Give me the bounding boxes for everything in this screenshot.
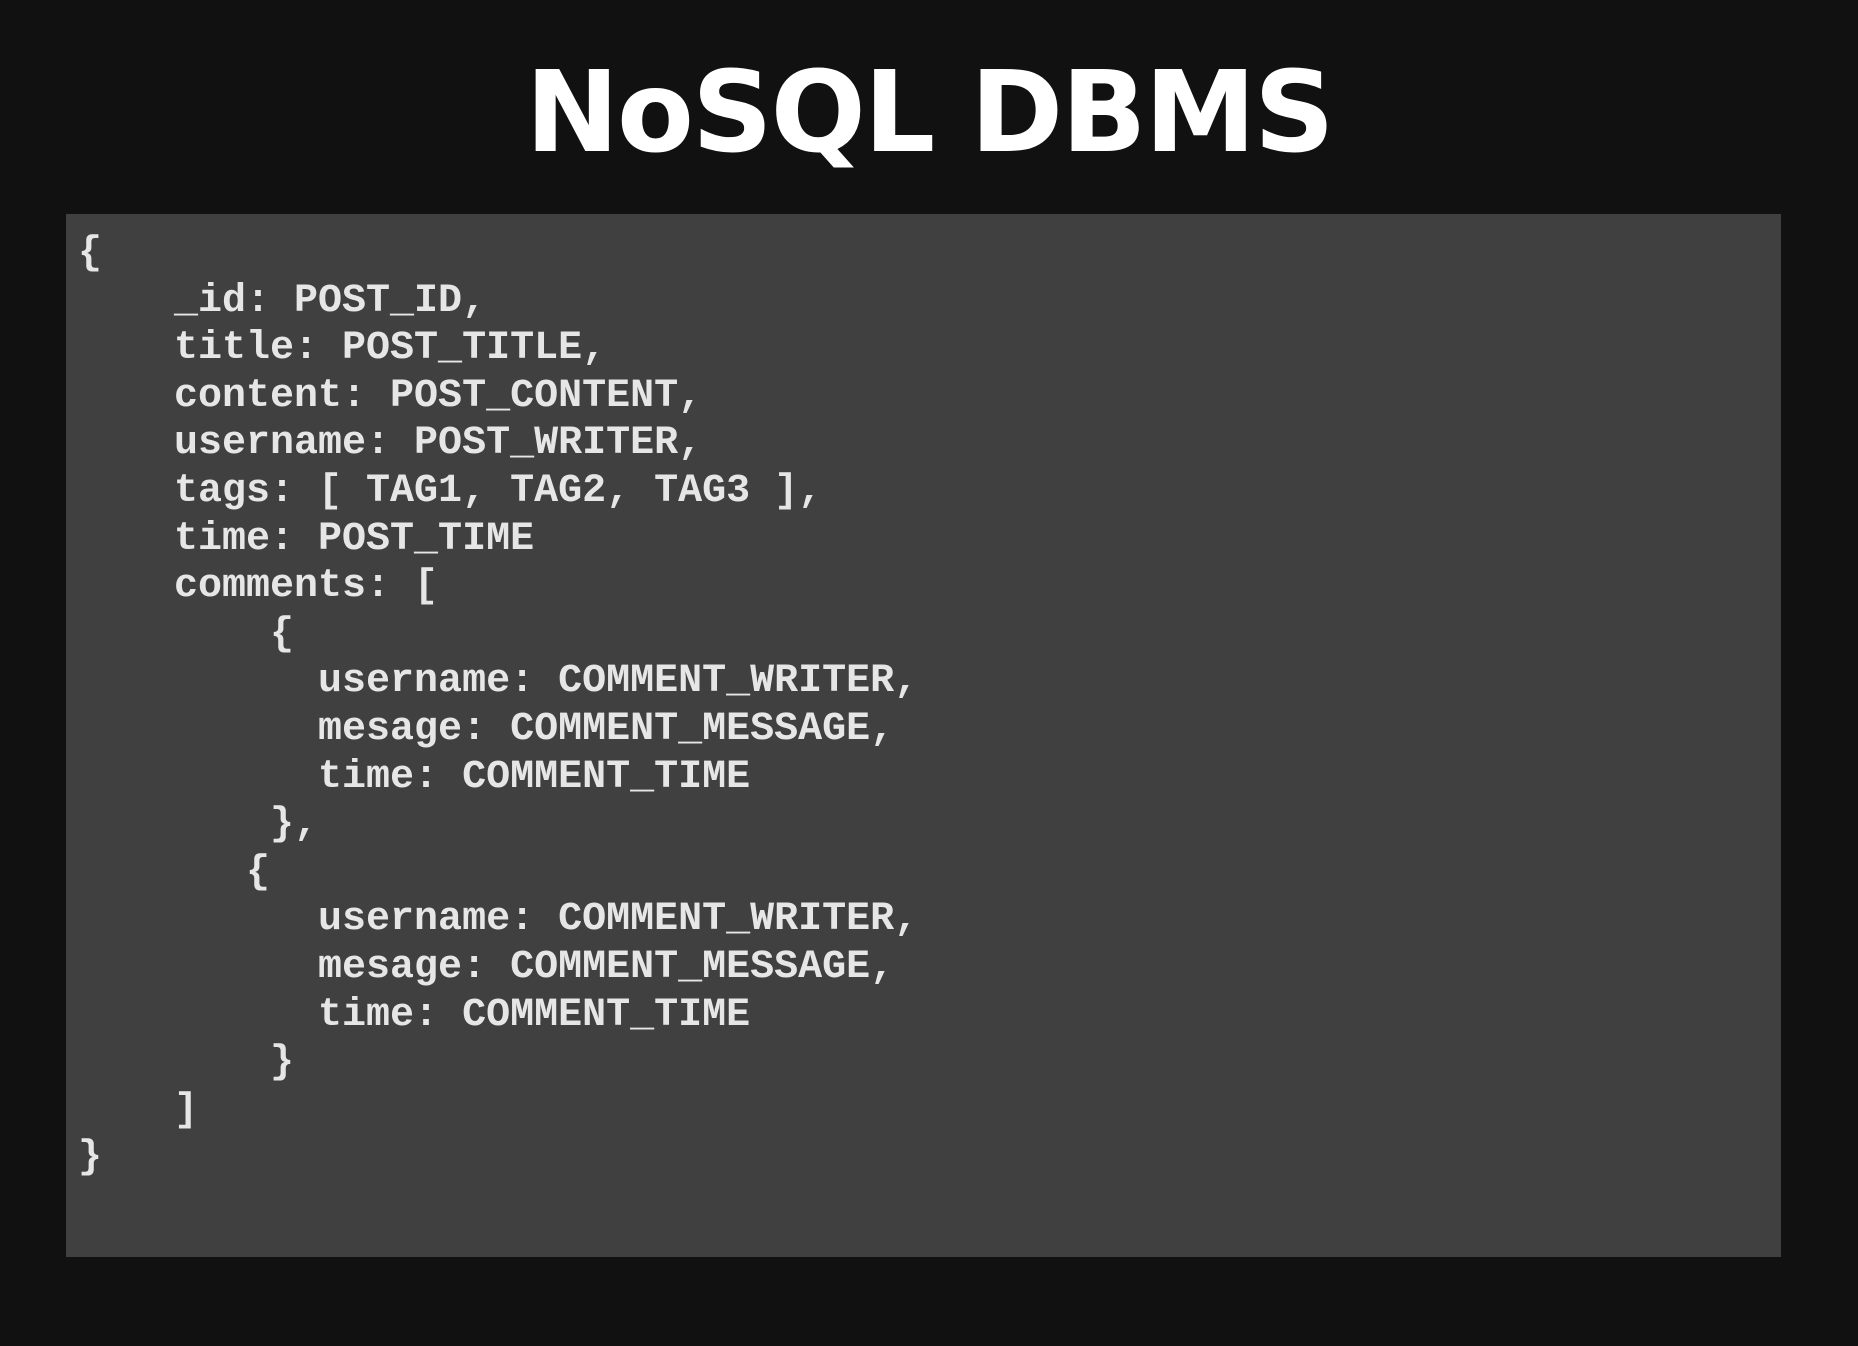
code-line: {: [78, 611, 295, 657]
code-line: time: POST_TIME: [78, 516, 535, 562]
code-block: { _id: POST_ID, title: POST_TITLE, conte…: [66, 214, 1781, 1257]
code-line: {: [78, 231, 103, 276]
code-line: username: COMMENT_WRITER,: [78, 897, 919, 943]
slide-title: NoSQL DBMS: [525, 48, 1334, 178]
code-line: username: POST_WRITER,: [78, 421, 703, 467]
code-line: time: COMMENT_TIME: [78, 992, 751, 1038]
code-line: comments: [: [78, 564, 439, 610]
code-line: _id: POST_ID,: [78, 278, 487, 324]
code-line: },: [78, 802, 319, 848]
code-line: {: [78, 849, 271, 895]
code-line: title: POST_TITLE,: [78, 326, 607, 372]
code-line: content: POST_CONTENT,: [78, 373, 703, 419]
code-line: }: [78, 1040, 295, 1086]
code-line: tags: [ TAG1, TAG2, TAG3 ],: [78, 468, 823, 514]
code-line: mesage: COMMENT_MESSAGE,: [78, 944, 895, 990]
slide: NoSQL DBMS { _id: POST_ID, title: POST_T…: [0, 0, 1858, 1346]
code-line: mesage: COMMENT_MESSAGE,: [78, 706, 895, 752]
code-line: ]: [78, 1087, 199, 1133]
code-line: username: COMMENT_WRITER,: [78, 659, 919, 705]
code-lines: { _id: POST_ID, title: POST_TITLE, conte…: [78, 230, 918, 1182]
code-line: time: COMMENT_TIME: [78, 754, 751, 800]
code-line: }: [78, 1135, 103, 1181]
